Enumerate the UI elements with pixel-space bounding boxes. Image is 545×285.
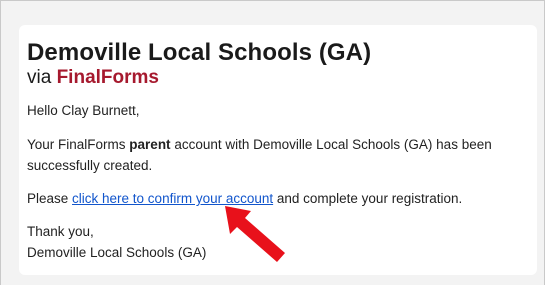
red-arrow-icon (225, 206, 285, 262)
brand-name: FinalForms (56, 67, 159, 88)
intro-paragraph: Your FinalForms parent account with Demo… (27, 134, 497, 176)
email-heading: Demoville Local Schools (GA) (27, 39, 372, 66)
greeting: Hello Clay Burnett, (27, 103, 140, 118)
arrow-shape (225, 206, 285, 262)
confirm-text-start: Please (27, 191, 73, 206)
intro-bold-word: parent (129, 137, 171, 152)
confirm-account-link[interactable]: click here to confirm your account (72, 191, 273, 206)
confirm-text-end: and complete your registration. (273, 191, 463, 206)
intro-text-start: Your FinalForms (27, 137, 130, 152)
via-line: via FinalForms (27, 67, 537, 89)
via-prefix: via (27, 67, 52, 88)
